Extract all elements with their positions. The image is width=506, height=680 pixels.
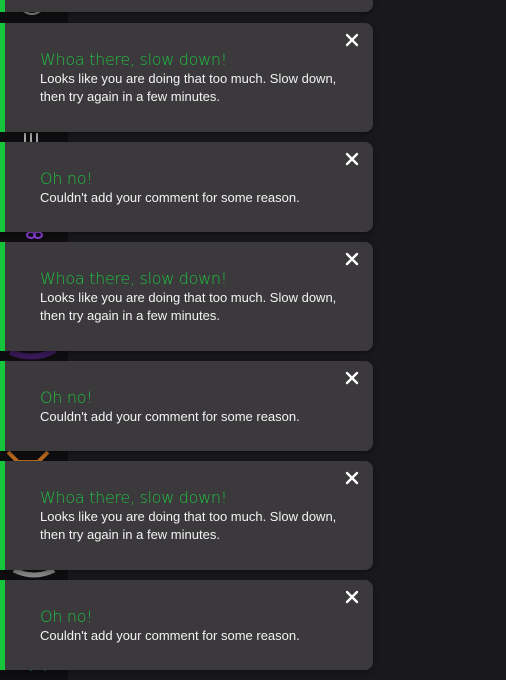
close-icon[interactable] [344,470,360,486]
close-icon[interactable] [344,589,360,605]
toast-title: Whoa there, slow down! [40,269,227,288]
toast-title: Oh no! [40,169,93,188]
toast-notification: Whoa there, slow down! Looks like you ar… [0,23,373,132]
close-icon[interactable] [344,251,360,267]
toast-message: Looks like you are doing that too much. … [40,509,337,542]
toast-notification: Oh no! Couldn't add your comment for som… [0,580,373,670]
toast-notification: Oh no! Couldn't add your comment for som… [0,361,373,451]
toast-title: Oh no! [40,388,93,407]
toast-message: Couldn't add your comment for some reaso… [40,628,300,643]
toast-message: Couldn't add your comment for some reaso… [40,190,300,205]
toast-message: Looks like you are doing that too much. … [40,71,337,104]
toast-title: Whoa there, slow down! [40,488,227,507]
toast-notification: Oh no! Couldn't add your comment for som… [0,142,373,232]
toast-message: Couldn't add your comment for some reaso… [40,409,300,424]
toast-title: Whoa there, slow down! [40,50,227,69]
toast-notification: Whoa there, slow down! Looks like you ar… [0,461,373,570]
toast-notification [0,0,373,12]
toast-message: Looks like you are doing that too much. … [40,290,337,323]
close-icon[interactable] [344,370,360,386]
close-icon[interactable] [344,32,360,48]
close-icon[interactable] [344,151,360,167]
toast-notification: Whoa there, slow down! Looks like you ar… [0,242,373,351]
toast-title: Oh no! [40,607,93,626]
toast-stack: Whoa there, slow down! Looks like you ar… [0,0,373,680]
